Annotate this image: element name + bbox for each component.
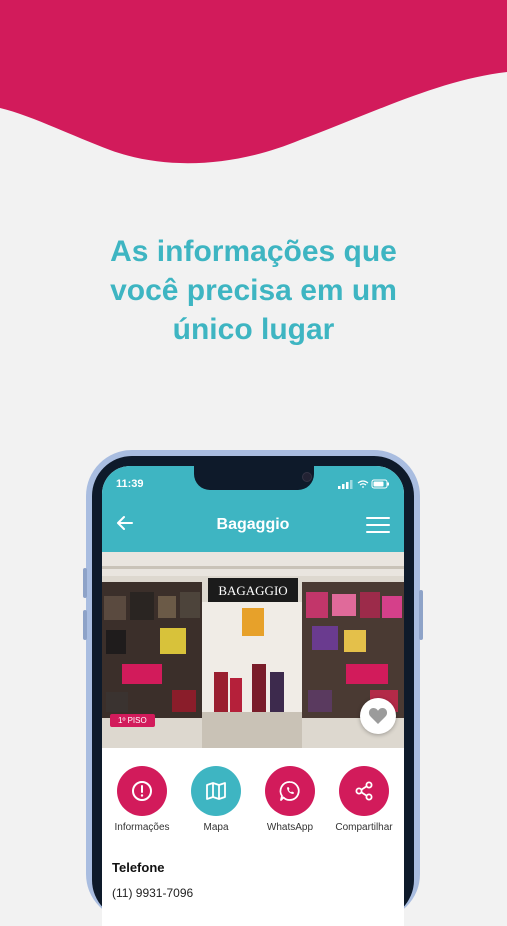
favorite-button[interactable] bbox=[360, 698, 396, 734]
share-label: Compartilhar bbox=[335, 822, 393, 833]
status-time: 11:39 bbox=[116, 478, 144, 490]
info-label: Informações bbox=[114, 822, 170, 833]
status-bar: 11:39 bbox=[102, 466, 404, 502]
map-action[interactable]: Mapa bbox=[178, 766, 254, 833]
camera-icon bbox=[302, 472, 312, 482]
map-label: Mapa bbox=[203, 822, 229, 833]
store-photo: BAGAGGIO 1º PISO bbox=[102, 552, 404, 748]
phone-number[interactable]: (11) 9931-7096 bbox=[112, 886, 193, 900]
page-title: Bagaggio bbox=[216, 516, 290, 533]
share-action[interactable]: Compartilhar bbox=[326, 766, 402, 833]
floor-badge: 1º PISO bbox=[110, 714, 155, 727]
heart-icon bbox=[368, 708, 388, 724]
volume-up-button bbox=[83, 568, 87, 598]
whatsapp-label: WhatsApp bbox=[266, 822, 314, 833]
power-button bbox=[419, 590, 423, 640]
share-icon bbox=[339, 766, 389, 816]
action-buttons: Informações Mapa WhatsApp Compartilhar bbox=[102, 766, 404, 846]
wifi-icon bbox=[357, 480, 369, 488]
battery-icon bbox=[371, 479, 389, 489]
whatsapp-icon bbox=[265, 766, 315, 816]
hamburger-menu-icon[interactable] bbox=[366, 517, 390, 535]
phone-screen: 11:39 Bagaggio BAGAGGIO 1º PISO Informaç… bbox=[102, 466, 404, 926]
info-action[interactable]: Informações bbox=[104, 766, 180, 833]
store-sign: BAGAGGIO bbox=[218, 583, 287, 598]
status-icons bbox=[338, 479, 389, 489]
headline: As informações que você precisa em um ún… bbox=[110, 235, 397, 346]
phone-section-title: Telefone bbox=[112, 860, 165, 875]
volume-down-button bbox=[83, 610, 87, 640]
whatsapp-action[interactable]: WhatsApp bbox=[252, 766, 328, 833]
app-bar: Bagaggio bbox=[102, 502, 404, 552]
info-icon bbox=[117, 766, 167, 816]
signal-icon bbox=[338, 480, 353, 489]
notch bbox=[194, 466, 314, 490]
phone-mockup: 11:39 Bagaggio BAGAGGIO 1º PISO Informaç… bbox=[83, 450, 423, 926]
map-icon bbox=[191, 766, 241, 816]
header-wave bbox=[0, 0, 507, 164]
